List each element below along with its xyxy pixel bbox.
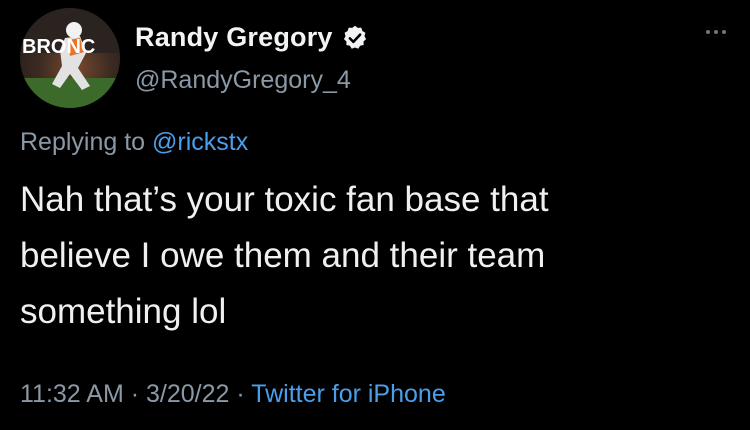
more-options-icon[interactable] xyxy=(706,30,726,34)
tweet-date[interactable]: 3/20/22 xyxy=(146,380,229,408)
author-display-name[interactable]: Randy Gregory xyxy=(135,22,333,53)
reply-target-link[interactable]: @rickstx xyxy=(152,128,248,156)
tweet-time[interactable]: 11:32 AM xyxy=(20,380,124,408)
replying-to: Replying to @rickstx xyxy=(20,128,248,157)
tweet-card: BRONC Randy Gregory @RandyGregory_4 Repl… xyxy=(0,0,750,430)
replying-to-label: Replying to xyxy=(20,128,153,156)
tweet-meta: 11:32 AM · 3/20/22 · Twitter for iPhone xyxy=(20,380,446,409)
more-dot xyxy=(706,30,710,34)
more-dot xyxy=(722,30,726,34)
meta-separator: · xyxy=(229,380,252,408)
meta-separator: · xyxy=(123,380,146,408)
author-avatar[interactable]: BRONC xyxy=(20,8,120,108)
author-name-row: Randy Gregory xyxy=(135,22,369,53)
tweet-source-link[interactable]: Twitter for iPhone xyxy=(251,380,446,408)
author-handle[interactable]: @RandyGregory_4 xyxy=(135,66,351,95)
verified-badge-icon xyxy=(341,24,369,52)
player-avatar-icon: BRONC xyxy=(20,8,120,108)
tweet-text: Nah that’s your toxic fan base that beli… xyxy=(20,180,549,331)
avatar-logo-text: BRONC xyxy=(22,36,95,58)
more-dot xyxy=(714,30,718,34)
